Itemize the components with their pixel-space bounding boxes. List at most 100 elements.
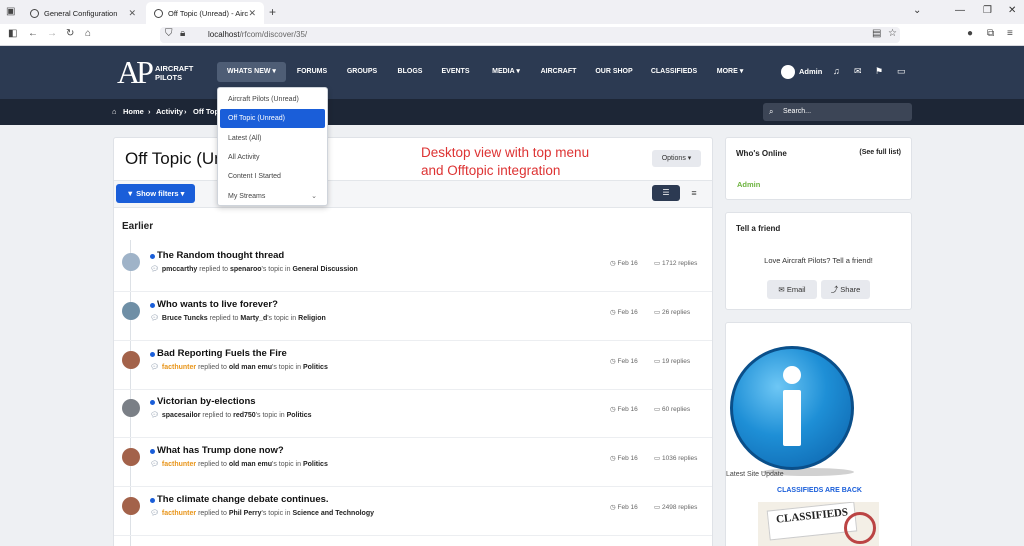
- nav-more[interactable]: MORE ▾: [711, 62, 749, 82]
- table-row[interactable]: What has Trump done now? 💬︎ facthunter rep…: [114, 438, 712, 488]
- expanded-view-icon[interactable]: ☰: [652, 185, 680, 201]
- maximize-icon[interactable]: ❐: [983, 5, 992, 16]
- thread-forum[interactable]: Politics: [303, 364, 328, 371]
- thread-target-user[interactable]: Phil Perry: [229, 510, 262, 517]
- nav-whats-new[interactable]: WHATS NEW ▾: [217, 62, 286, 82]
- thread-forum[interactable]: Politics: [303, 461, 328, 468]
- dropdown-item-my-streams[interactable]: My Streams ⌄: [218, 187, 327, 206]
- thread-user[interactable]: Bruce Tuncks: [162, 315, 208, 322]
- breadcrumb-home[interactable]: Home: [123, 107, 144, 116]
- forward-icon[interactable]: →: [47, 28, 57, 39]
- email-button[interactable]: ✉ Email: [767, 280, 817, 299]
- table-row[interactable]: The Random thought thread 💬︎ pmccarthy rep…: [114, 243, 712, 292]
- thread-title[interactable]: Bad Reporting Fuels the Fire: [157, 348, 287, 359]
- thread-forum[interactable]: Religion: [298, 315, 326, 322]
- condensed-view-icon[interactable]: ≡: [685, 185, 703, 201]
- thread-user[interactable]: spacesailor: [162, 412, 201, 419]
- online-user-admin[interactable]: Admin: [737, 180, 760, 189]
- avatar[interactable]: [122, 497, 140, 515]
- nav-our-shop[interactable]: OUR SHOP: [591, 62, 637, 82]
- thread-forum[interactable]: General Discussion: [292, 266, 357, 273]
- nav-blogs[interactable]: BLOGS: [392, 62, 428, 82]
- lock-icon[interactable]: 🔒︎: [180, 28, 185, 39]
- dropdown-item-all-activity[interactable]: All Activity: [218, 148, 327, 167]
- options-button[interactable]: Options ▾: [652, 150, 701, 167]
- thread-forum[interactable]: Science and Technology: [292, 510, 374, 517]
- dropdown-item-latest-all[interactable]: Latest (All): [218, 129, 327, 148]
- tab-list-icon[interactable]: ⌄: [913, 5, 921, 16]
- dropdown-item-off-topic-unread[interactable]: Off Topic (Unread): [220, 109, 325, 128]
- thread-target-user[interactable]: old man emu: [229, 461, 272, 468]
- thread-user[interactable]: facthunter: [162, 510, 196, 517]
- thread-title[interactable]: What has Trump done now?: [157, 445, 284, 456]
- user-avatar[interactable]: [781, 65, 795, 79]
- classifieds-image[interactable]: CLASSIFIEDS: [758, 502, 879, 546]
- thread-title[interactable]: Victorian by-elections: [157, 396, 256, 407]
- thread-forum[interactable]: Politics: [287, 412, 312, 419]
- show-filters-button[interactable]: ▼ Show filters ▾: [116, 184, 195, 203]
- site-logo[interactable]: AP AIRCRAFT PILOTS: [117, 54, 197, 92]
- nav-classifieds[interactable]: CLASSIFIEDS: [648, 62, 700, 82]
- info-icon[interactable]: ●: [967, 28, 973, 39]
- nav-events[interactable]: EVENTS: [437, 62, 474, 82]
- home-icon[interactable]: ⌂: [85, 28, 91, 39]
- close-tab-icon[interactable]: ✕: [248, 8, 256, 19]
- thread-meta: 💬︎ spacesailor replied to red750's topic …: [150, 412, 312, 420]
- thread-user[interactable]: facthunter: [162, 364, 196, 371]
- minimize-icon[interactable]: —: [955, 5, 965, 16]
- thread-user[interactable]: pmccarthy: [162, 266, 197, 273]
- thread-title[interactable]: The Random thought thread: [157, 250, 284, 261]
- back-icon[interactable]: ←: [28, 28, 38, 39]
- table-row[interactable]: The climate change debate continues. 💬︎ fa…: [114, 487, 712, 536]
- nav-aircraft[interactable]: AIRCRAFT: [537, 62, 580, 82]
- table-row[interactable]: Bad Reporting Fuels the Fire 💬︎ facthunter…: [114, 341, 712, 390]
- notifications-bell-icon[interactable]: ♫: [833, 66, 840, 76]
- menu-icon[interactable]: ≡: [1007, 28, 1013, 39]
- nav-forums[interactable]: FORUMS: [292, 62, 332, 82]
- avatar[interactable]: [122, 399, 140, 418]
- thread-target-user[interactable]: old man emu: [229, 364, 272, 371]
- new-tab-icon[interactable]: +: [269, 5, 276, 19]
- messages-envelope-icon[interactable]: ✉: [854, 66, 862, 77]
- thread-title[interactable]: The climate change debate continues.: [157, 494, 329, 505]
- dropdown-item-content-i-started[interactable]: Content I Started: [218, 167, 327, 186]
- address-bar[interactable]: localhost/rfcom/discover/35/: [160, 27, 900, 43]
- search-input[interactable]: ⌕ Search...: [763, 103, 912, 121]
- thread-target-user[interactable]: red750: [233, 412, 256, 419]
- tab-overview-icon[interactable]: ▣: [6, 6, 15, 17]
- thread-title[interactable]: Who wants to live forever?: [157, 299, 278, 310]
- table-row[interactable]: Victorian by-elections 💬︎ spacesailor repl…: [114, 389, 712, 439]
- thread-target-user[interactable]: spenaroo: [230, 266, 262, 273]
- avatar[interactable]: [122, 350, 140, 369]
- sidebar-icon[interactable]: ◧: [8, 28, 17, 39]
- nav-groups[interactable]: GROUPS: [341, 62, 383, 82]
- user-name[interactable]: Admin: [799, 67, 822, 76]
- avatar[interactable]: [122, 448, 140, 467]
- classifieds-heading[interactable]: CLASSIFIEDS ARE BACK: [726, 487, 913, 494]
- clock-icon: ◷: [610, 308, 616, 316]
- nav-media[interactable]: MEDIA ▾: [484, 62, 528, 82]
- dropdown-item-aircraft-pilots-unread[interactable]: Aircraft Pilots (Unread): [218, 90, 327, 109]
- thread-target-user[interactable]: Marty_d: [240, 315, 267, 322]
- avatar[interactable]: [122, 301, 140, 320]
- close-tab-icon[interactable]: ✕: [128, 8, 136, 19]
- see-full-list-link[interactable]: (See full list): [859, 149, 901, 156]
- avatar[interactable]: [122, 253, 140, 271]
- thread-user[interactable]: facthunter: [162, 461, 196, 468]
- search-icon: ⌕: [769, 107, 774, 116]
- browser-tab-offtopic[interactable]: Off Topic (Unread) - Aircraft Pilo ✕: [146, 2, 264, 24]
- flag-icon[interactable]: ⚑: [875, 66, 883, 77]
- document-icon[interactable]: ▭: [897, 66, 906, 77]
- breadcrumb-activity[interactable]: Activity: [156, 107, 183, 116]
- shield-icon[interactable]: ⛉: [165, 28, 173, 39]
- bookmark-star-icon[interactable]: ☆: [888, 28, 897, 39]
- reader-view-icon[interactable]: ▤: [872, 28, 881, 39]
- extensions-icon[interactable]: ⧉: [987, 28, 994, 39]
- close-window-icon[interactable]: ✕: [1008, 5, 1016, 16]
- browser-tab-general[interactable]: General Configuration ✕: [22, 2, 144, 24]
- latest-site-update-link[interactable]: Latest Site Update: [726, 471, 784, 478]
- reload-icon[interactable]: ↻: [66, 28, 74, 39]
- table-row[interactable]: Who wants to live forever? 💬︎ Bruce Tuncks…: [114, 292, 712, 341]
- url-path: /rfcom/discover/35/: [239, 30, 308, 39]
- share-button[interactable]: ⤴ Share: [821, 280, 870, 299]
